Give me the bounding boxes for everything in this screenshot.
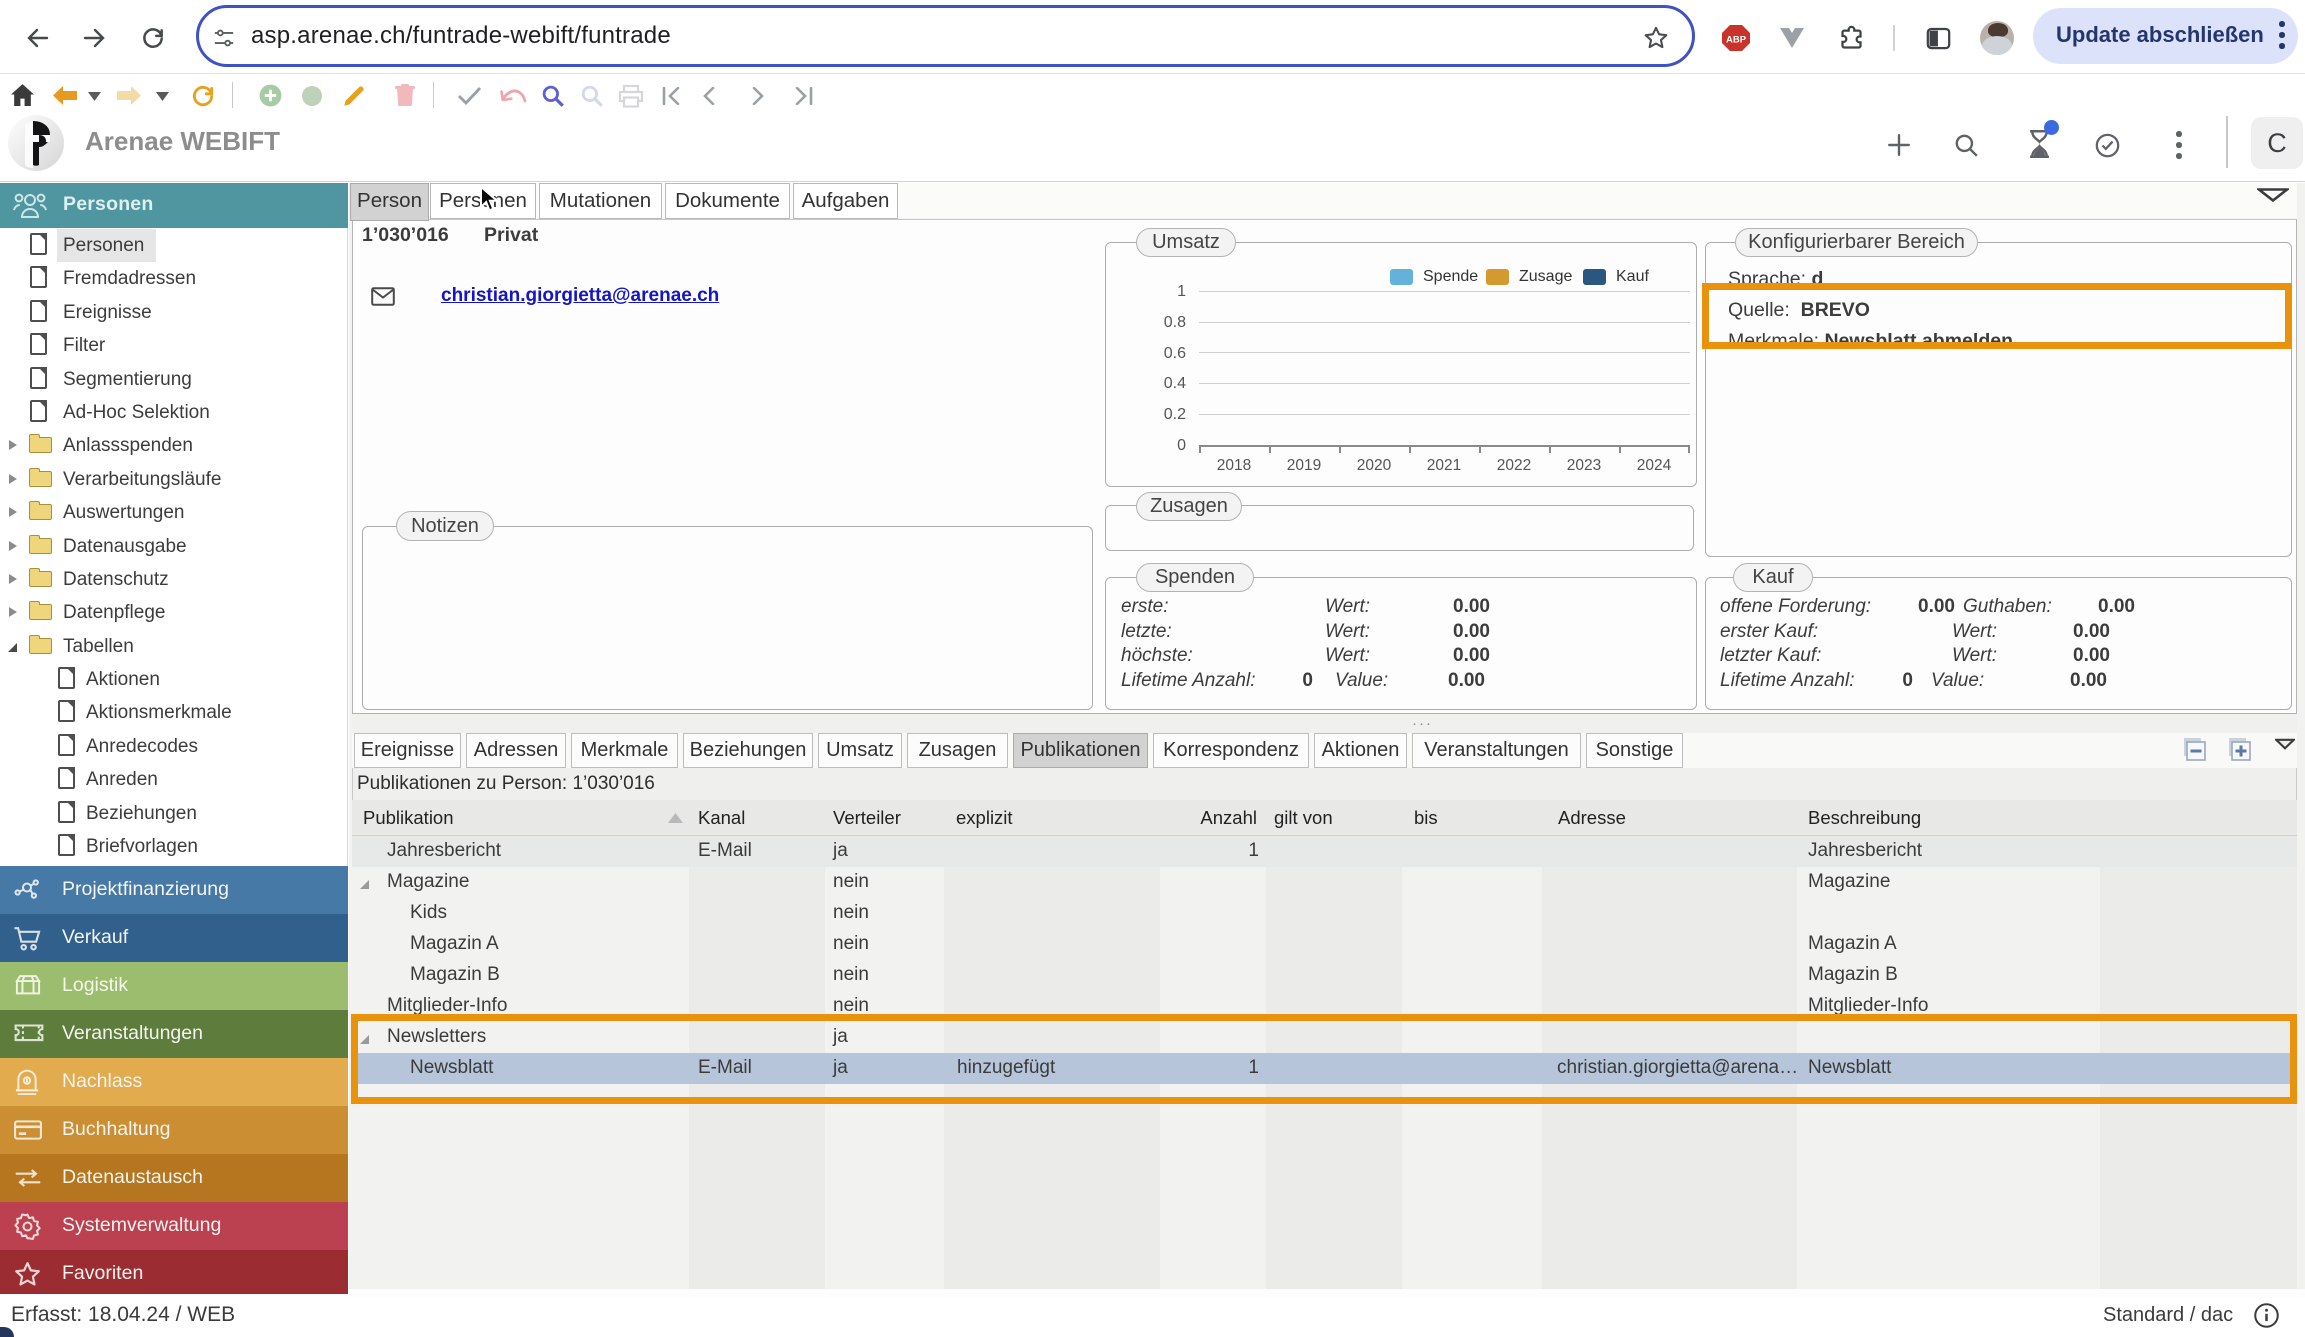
svg-text:ABP: ABP bbox=[1726, 35, 1747, 46]
